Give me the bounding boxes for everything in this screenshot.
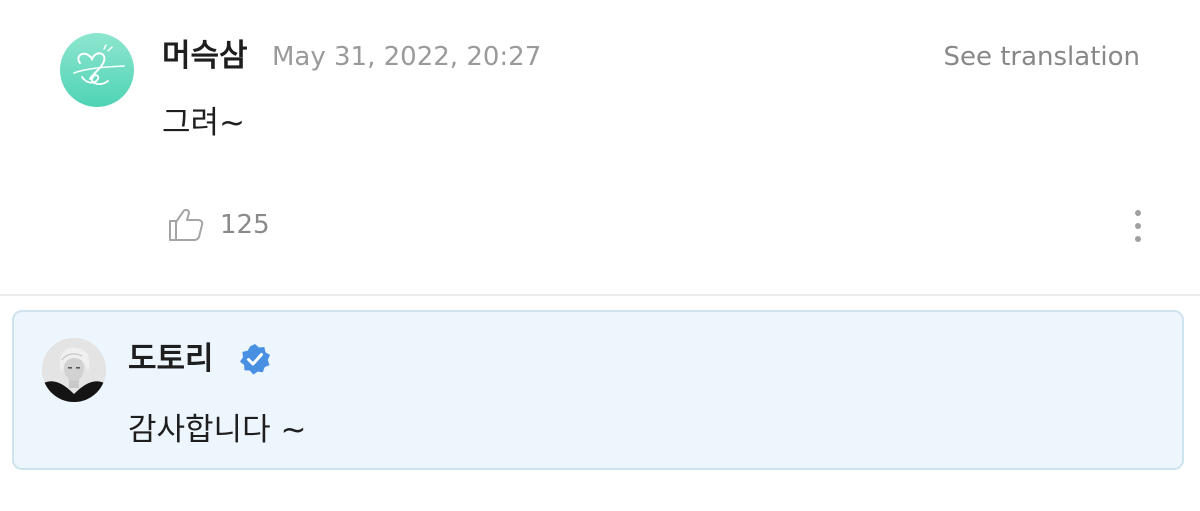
verified-badge	[238, 342, 272, 376]
like-count: 125	[220, 210, 270, 240]
reply-text: 감사합니다 ~	[128, 412, 307, 448]
more-options-button[interactable]	[1124, 206, 1152, 246]
avatar[interactable]	[60, 33, 134, 107]
divider	[0, 294, 1200, 296]
like-button[interactable]	[166, 204, 206, 244]
username[interactable]: 머슥삼	[162, 34, 248, 78]
timestamp: May 31, 2022, 20:27	[272, 42, 542, 72]
more-vertical-icon	[1135, 210, 1141, 242]
comment-text: 그려~	[162, 105, 246, 141]
avatar[interactable]	[42, 338, 106, 402]
artist-reply: 도토리 감사합니다 ~	[12, 310, 1184, 470]
verified-badge-icon	[240, 344, 270, 375]
thumbs-up-icon	[169, 208, 204, 241]
profile-photo-icon	[42, 338, 106, 402]
see-translation-link[interactable]: See translation	[943, 40, 1140, 74]
signature-avatar-icon	[73, 44, 125, 85]
artist-username[interactable]: 도토리	[128, 337, 214, 381]
comment: 머슥삼 May 31, 2022, 20:27 See translation …	[0, 0, 1200, 294]
